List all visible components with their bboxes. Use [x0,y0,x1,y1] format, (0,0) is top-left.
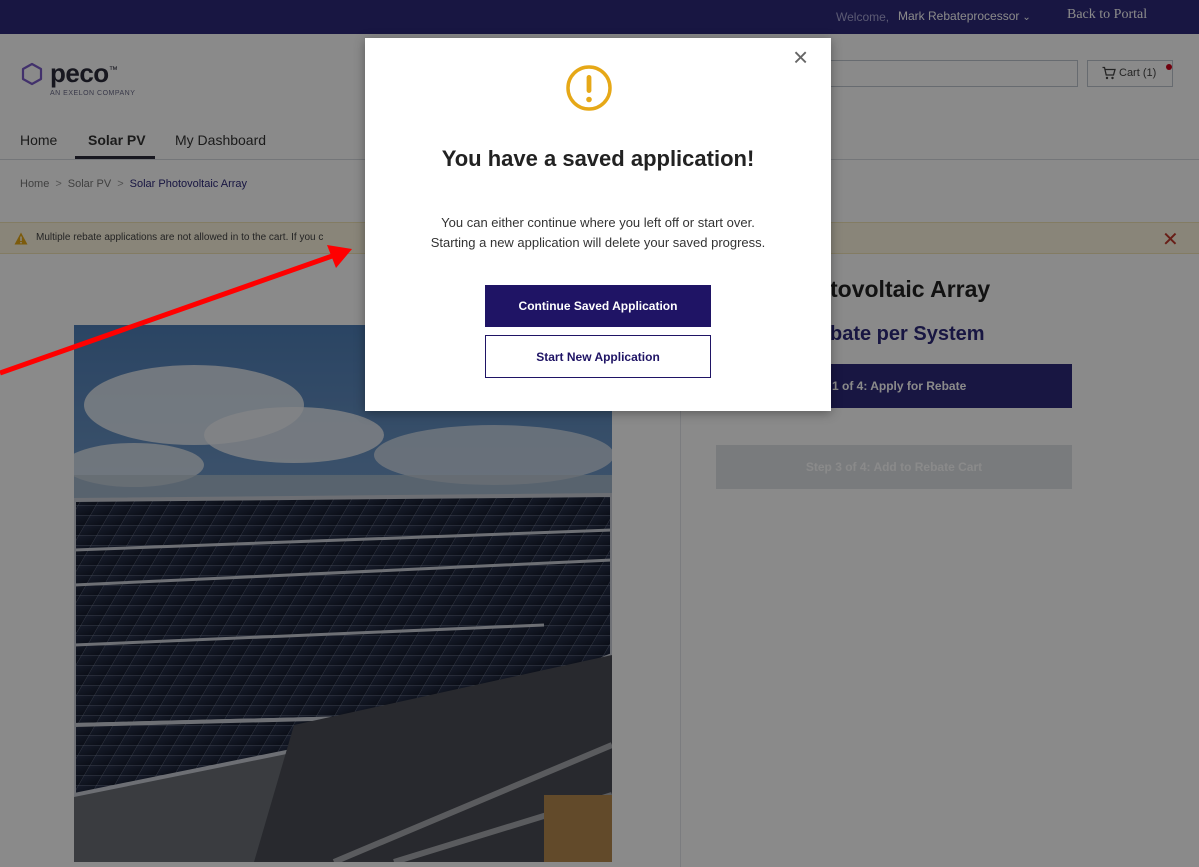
dialog-title: You have a saved application! [441,146,755,171]
saved-application-dialog: × You have a saved application! You can … [365,38,831,411]
start-new-application-button[interactable]: Start New Application [485,335,711,378]
dialog-message-line-1: You can either continue where you left o… [441,215,755,230]
close-icon[interactable]: × [793,44,808,70]
continue-saved-application-button[interactable]: Continue Saved Application [485,285,711,327]
dialog-message: You can either continue where you left o… [365,213,831,253]
exclamation-circle-icon [566,65,612,111]
dialog-message-line-2: Starting a new application will delete y… [430,235,766,250]
